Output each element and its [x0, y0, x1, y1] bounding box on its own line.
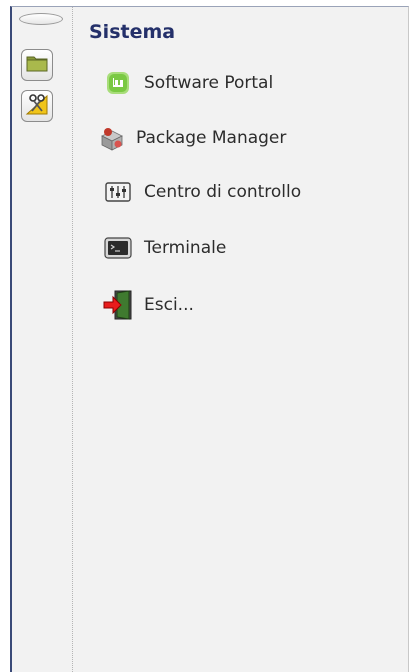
- menu-panel: Sistema Software Portal Package Manager …: [10, 6, 409, 672]
- system-tools-button[interactable]: [21, 90, 53, 122]
- package-manager-icon: [96, 122, 128, 154]
- menu-item-package-manager[interactable]: Package Manager: [96, 118, 286, 158]
- sidebar-toggle-button[interactable]: [19, 13, 63, 25]
- tools-icon: [25, 92, 49, 120]
- mint-software-icon: [102, 67, 134, 99]
- menu-item-logout[interactable]: Esci...: [102, 285, 194, 325]
- control-center-icon: [102, 176, 134, 208]
- menu-item-label: Software Portal: [144, 73, 274, 93]
- folder-icon: [26, 54, 48, 76]
- places-button[interactable]: [21, 49, 53, 81]
- menu-item-label: Package Manager: [136, 128, 287, 148]
- menu-content: Sistema Software Portal Package Manager …: [76, 7, 408, 672]
- menu-item-control-center[interactable]: Centro di controllo: [102, 172, 301, 212]
- favorites-sidebar: [12, 7, 73, 672]
- menu-item-label: Centro di controllo: [144, 182, 302, 202]
- menu-item-software-portal[interactable]: Software Portal: [102, 63, 273, 103]
- logout-icon: [102, 289, 134, 321]
- menu-item-label: Esci...: [144, 295, 194, 315]
- terminal-icon: [102, 232, 134, 264]
- menu-item-terminal[interactable]: Terminale: [102, 228, 226, 268]
- menu-item-label: Terminale: [144, 238, 227, 258]
- section-title: Sistema: [89, 21, 176, 43]
